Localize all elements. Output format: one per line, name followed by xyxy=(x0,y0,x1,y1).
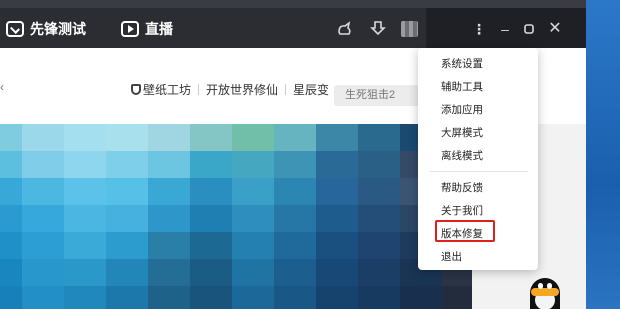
tab-label: 先锋测试 xyxy=(30,21,86,37)
banner-image[interactable] xyxy=(0,124,472,309)
menu-item-system-settings[interactable]: 系统设置 xyxy=(418,53,538,75)
more-icon[interactable]: ⋮ xyxy=(470,20,488,38)
nav-links: 壁纸工坊 开放世界修仙 星辰变 xyxy=(131,81,329,98)
menu-item-exit[interactable]: 退出 xyxy=(418,246,538,268)
menu-item-offline[interactable]: 离线模式 xyxy=(418,145,538,167)
desktop-background-top xyxy=(0,0,620,8)
penguin-mascot-icon[interactable] xyxy=(525,276,565,309)
tab-label: 直播 xyxy=(145,21,173,37)
menu-item-big-screen[interactable]: 大屏模式 xyxy=(418,122,538,144)
menu-item-tools[interactable]: 辅助工具 xyxy=(418,76,538,98)
highlight-box xyxy=(435,220,495,242)
desktop-background xyxy=(586,0,620,309)
nav-link-star-change[interactable]: 星辰变 xyxy=(293,81,329,98)
close-icon[interactable]: ✕ xyxy=(546,20,564,38)
title-bar: 先锋测试 直播 ⋮ – ✕ xyxy=(0,8,586,48)
play-icon xyxy=(121,21,139,37)
nav-link-open-world[interactable]: 开放世界修仙 xyxy=(206,81,278,98)
maximize-icon[interactable] xyxy=(520,20,538,38)
nav-link-wallpaper[interactable]: 壁纸工坊 xyxy=(143,81,191,98)
menu-item-add-app[interactable]: 添加应用 xyxy=(418,99,538,121)
chevron-left-icon[interactable]: ‹ xyxy=(0,80,4,94)
tab-pioneer-test[interactable]: 先锋测试 xyxy=(6,18,86,40)
shield-check-icon xyxy=(6,21,24,37)
tab-live[interactable]: 直播 xyxy=(121,18,173,40)
avatar[interactable] xyxy=(401,21,418,37)
menu-divider xyxy=(430,171,528,172)
search-input[interactable]: 生死狙击2 xyxy=(334,85,424,106)
menu-item-about[interactable]: 关于我们 xyxy=(418,200,538,222)
wallpaper-icon xyxy=(131,84,141,95)
menu-item-help[interactable]: 帮助反馈 xyxy=(418,177,538,199)
bird-icon[interactable] xyxy=(336,20,354,38)
minimize-icon[interactable]: – xyxy=(496,20,514,38)
download-icon[interactable] xyxy=(369,20,387,38)
